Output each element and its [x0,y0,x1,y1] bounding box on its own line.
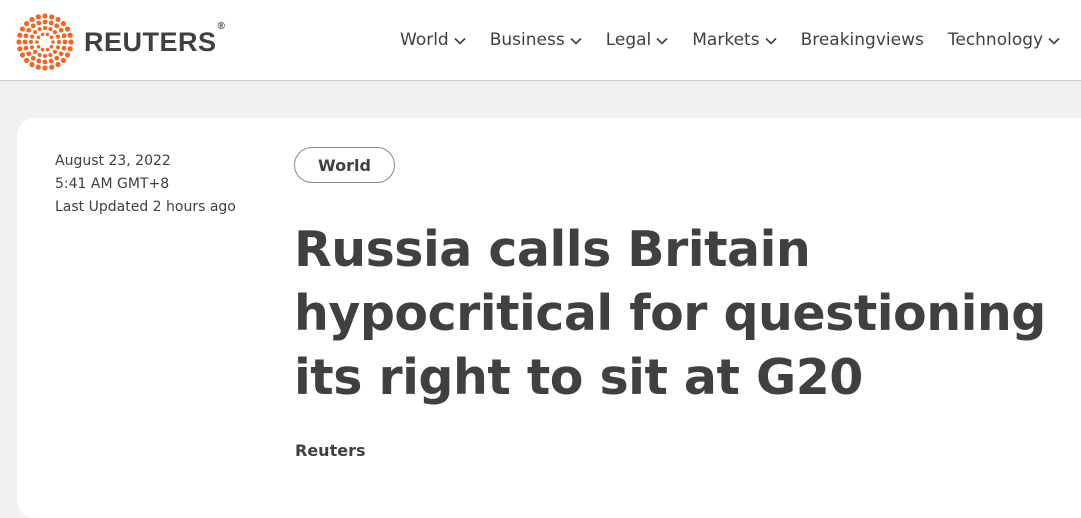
reuters-logo-icon [16,13,74,71]
chevron-down-icon [570,30,582,50]
nav-item-business[interactable]: Business [490,30,582,50]
chevron-down-icon [656,30,668,50]
main-nav: World Business Legal Markets Breakingvie… [400,30,1081,50]
nav-item-technology[interactable]: Technology [948,30,1060,50]
nav-item-legal[interactable]: Legal [606,30,669,50]
chevron-down-icon [1048,30,1060,50]
chevron-down-icon [764,30,777,50]
publish-time: 5:41 AM GMT+8 [55,176,170,192]
nav-item-markets[interactable]: Markets [692,30,777,50]
chevron-down-icon [454,30,466,50]
nav-item-breakingviews[interactable]: Breakingviews [801,30,924,50]
nav-item-world[interactable]: World [400,30,466,50]
article-byline[interactable]: Reuters [295,441,365,460]
publish-date: August 23, 2022 [55,153,171,169]
site-header: REUTERS® World Business Legal Markets Br… [0,0,1081,81]
last-updated: Last Updated 2 hours ago [55,199,236,215]
article-headline: Russia calls Britain hypocritical for qu… [294,221,1046,406]
reuters-logo[interactable]: REUTERS® [16,13,225,71]
brand-name: REUTERS® [84,20,226,57]
article-meta: August 23, 2022 5:41 AM GMT+8 Last Updat… [55,150,236,219]
section-tag-button[interactable]: World [294,147,395,183]
